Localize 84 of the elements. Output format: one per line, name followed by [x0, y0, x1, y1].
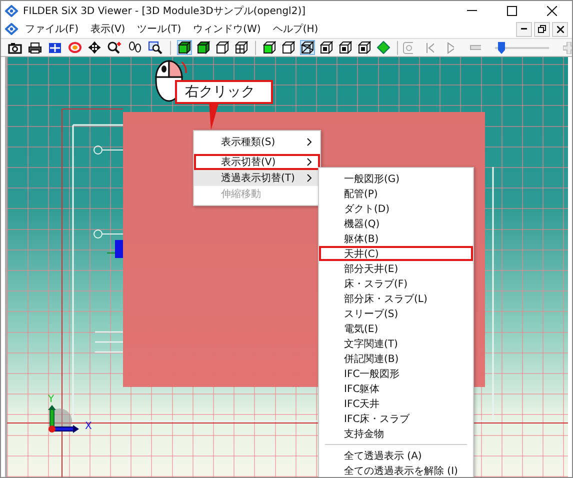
- submenu-item[interactable]: 一般図形(G): [319, 171, 473, 186]
- submenu-item[interactable]: 支持金物: [319, 426, 473, 441]
- footprints-icon: [128, 41, 142, 54]
- toolbar-button[interactable]: [196, 40, 211, 55]
- toolbar-button[interactable]: [106, 40, 123, 55]
- toolbar-button[interactable]: [234, 40, 249, 55]
- submenu-item[interactable]: 全て透過表示 (A): [319, 448, 473, 463]
- toolbar-button[interactable]: [7, 40, 23, 55]
- submenu-item[interactable]: IFC躯体: [319, 381, 473, 396]
- toolbar-button[interactable]: [27, 40, 43, 55]
- toolbar-button[interactable]: [47, 40, 63, 55]
- axis-label: Y: [48, 395, 54, 405]
- context-menu-item[interactable]: 表示種類(S): [194, 134, 320, 150]
- toolbar-button[interactable]: [87, 40, 102, 55]
- slider-thumb[interactable]: [498, 42, 505, 54]
- toolbar-button[interactable]: [338, 40, 353, 55]
- orbit-icon: [68, 41, 82, 54]
- toolbar-button[interactable]: [147, 40, 164, 55]
- submenu-item[interactable]: IFC床・スラブ: [319, 411, 473, 426]
- wireframe-cube-icon: [300, 41, 314, 54]
- submenu-item[interactable]: IFC一般図形: [319, 366, 473, 381]
- submenu-item[interactable]: 配管(P): [319, 186, 473, 201]
- zoom-icon: [107, 41, 122, 54]
- printer-icon: [28, 42, 42, 54]
- minimize-icon: [521, 28, 527, 30]
- submenu-item[interactable]: 機器(Q): [319, 216, 473, 231]
- cube-icon: [196, 41, 210, 54]
- submenu-item[interactable]: スリーブ(S): [319, 306, 473, 321]
- cube-icon: [320, 41, 333, 54]
- plus-icon[interactable]: [562, 42, 572, 54]
- diamond-icon: [376, 41, 390, 54]
- close-icon: [556, 26, 564, 32]
- submenu-item[interactable]: IFC天井: [319, 396, 473, 411]
- cube-icon: [282, 41, 295, 54]
- submenu-item[interactable]: 全ての透過表示を解除 (I): [319, 463, 473, 477]
- play-icon[interactable]: [446, 42, 454, 54]
- maximize-icon: [507, 6, 517, 16]
- window-title: FILDER SiX 3D Viewer - [3D Module3Dサンプル(opengl2)]: [23, 4, 306, 18]
- menu-item[interactable]: ヘルプ(H): [268, 22, 324, 36]
- axis-label: X: [85, 422, 92, 432]
- slider[interactable]: [494, 42, 549, 54]
- menu-item[interactable]: ツール(T): [132, 22, 186, 36]
- submenu-item[interactable]: 部分天井(E): [319, 261, 473, 276]
- submenu-item[interactable]: 部分床・スラブ(L): [319, 291, 473, 306]
- cube-icon: [234, 41, 248, 54]
- toolbar-button[interactable]: [356, 40, 372, 55]
- cube-icon: [358, 41, 371, 54]
- submenu-item[interactable]: 床・スラブ(F): [319, 276, 473, 291]
- submenu-item[interactable]: ダクト(D): [319, 201, 473, 216]
- app-icon: [5, 23, 18, 35]
- menu-item[interactable]: ファイル(F): [20, 22, 84, 36]
- menu-item[interactable]: 表示(V): [86, 22, 130, 36]
- close-icon: [547, 6, 557, 16]
- cube-icon: [262, 41, 276, 54]
- chevron-icon: [307, 138, 312, 146]
- toolbar-button[interactable]: [280, 40, 296, 55]
- camera-icon: [8, 42, 22, 54]
- toolbar-button[interactable]: [176, 40, 192, 55]
- minimize-icon: [467, 10, 477, 12]
- toolbar-button[interactable]: [318, 40, 334, 55]
- toolbar-button[interactable]: [127, 40, 143, 55]
- submenu-item[interactable]: 電気(E): [319, 321, 473, 336]
- submenu-item[interactable]: 文字関連(T): [319, 336, 473, 351]
- cube-icon: [178, 41, 191, 54]
- context-menu-item[interactable]: 表示切替(V): [194, 154, 320, 170]
- submenu-item[interactable]: 躯体(B): [319, 231, 473, 246]
- move-icon: [88, 41, 101, 54]
- cube-icon: [216, 41, 229, 54]
- toolbar-button[interactable]: [214, 40, 230, 55]
- cube-icon: [338, 41, 352, 54]
- grid-icon: [48, 42, 62, 54]
- minimize-button[interactable]: [516, 22, 532, 36]
- restore-icon: [538, 25, 546, 33]
- submenu-item[interactable]: 併記関連(B): [319, 351, 473, 366]
- skip-back-icon[interactable]: [424, 42, 434, 54]
- submenu-item[interactable]: 天井(C): [319, 246, 473, 261]
- close-button[interactable]: [552, 22, 568, 36]
- context-menu-item[interactable]: 透過表示切替(T): [194, 170, 320, 186]
- menu-item[interactable]: ウィンドウ(W): [188, 22, 266, 36]
- zoom-window-icon: [148, 41, 163, 54]
- toolbar-button[interactable]: [300, 40, 315, 55]
- toolbar-button[interactable]: [262, 40, 277, 55]
- restore-button[interactable]: [534, 22, 550, 36]
- app-icon: [5, 4, 18, 16]
